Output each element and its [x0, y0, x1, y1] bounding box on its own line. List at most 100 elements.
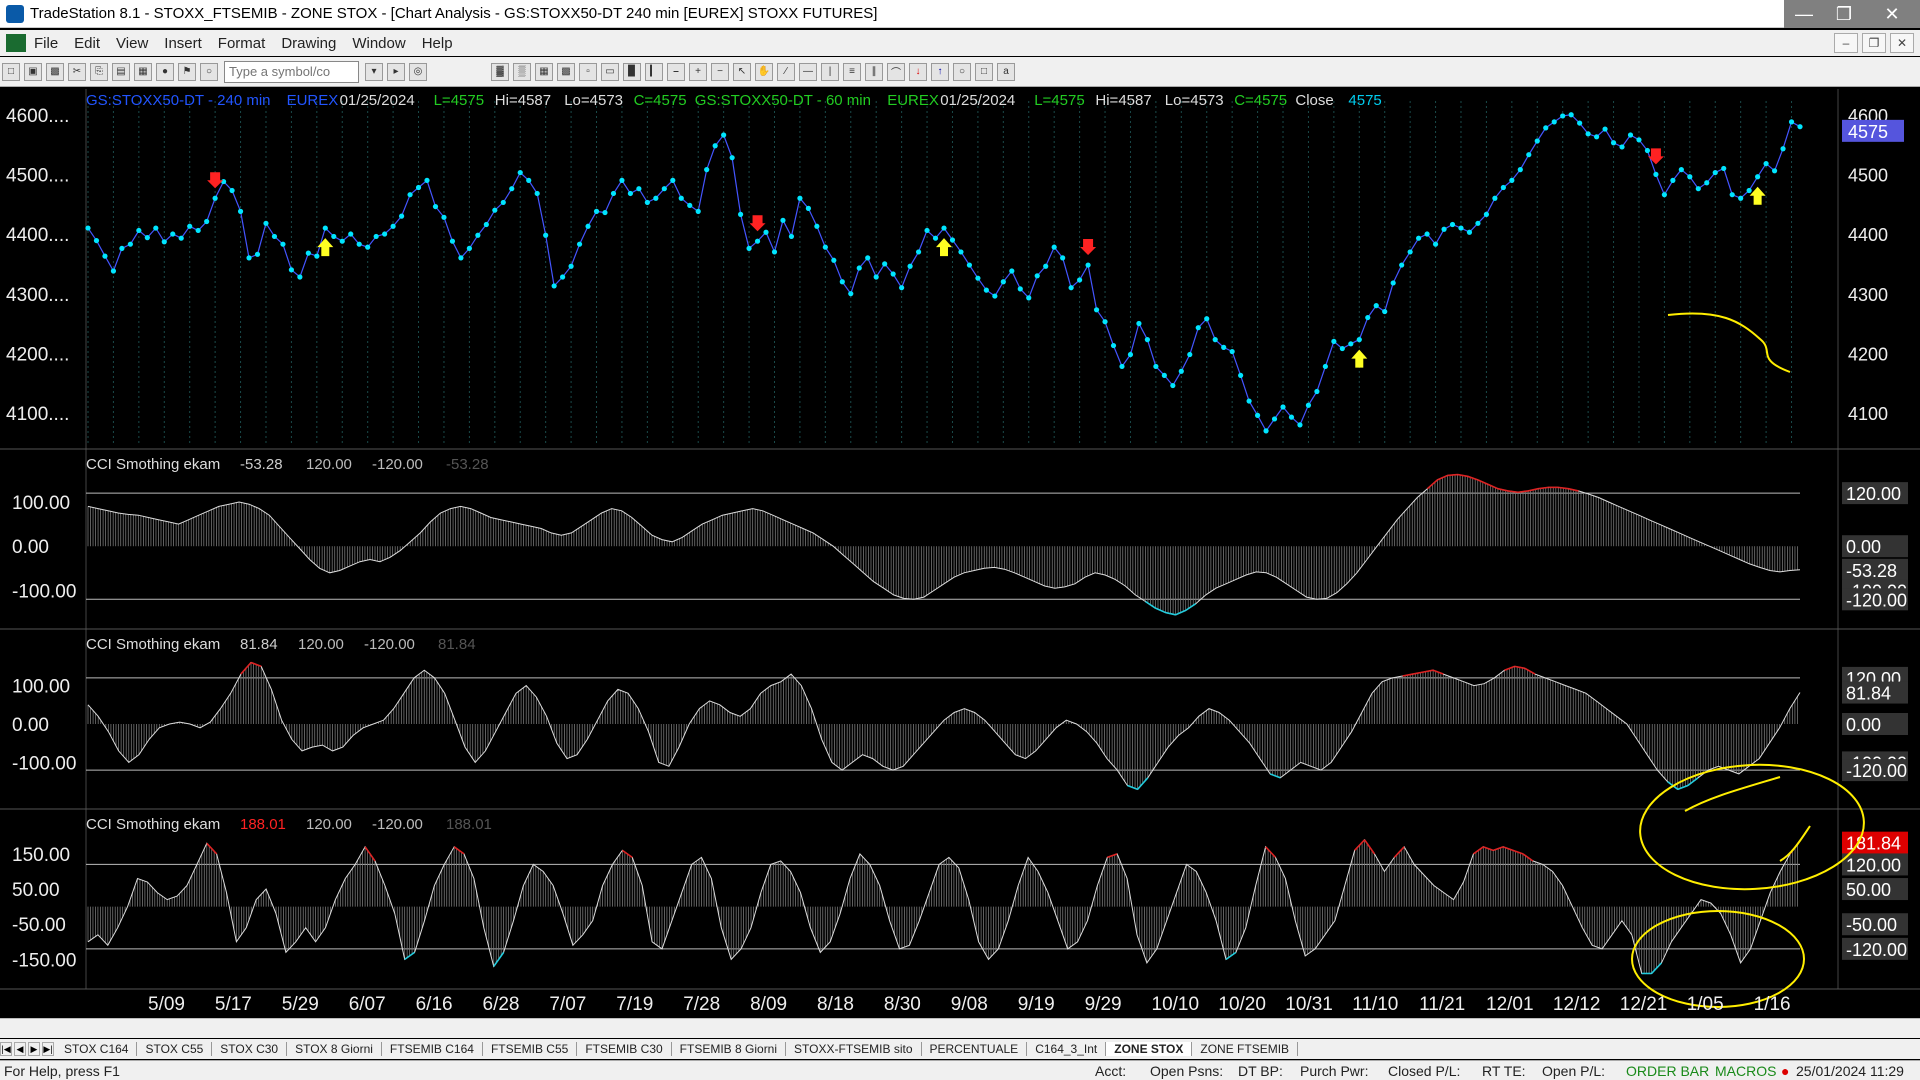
- rectangle-icon[interactable]: □: [975, 62, 993, 81]
- price-point: [526, 177, 532, 183]
- menu-view[interactable]: View: [108, 35, 156, 52]
- new-icon[interactable]: □: [2, 62, 20, 81]
- sheet-tab[interactable]: ZONE STOX: [1106, 1042, 1193, 1056]
- globe-icon[interactable]: ○: [200, 62, 218, 81]
- sheet-tab[interactable]: STOX C55: [137, 1042, 213, 1056]
- price-header-text: Close: [1295, 92, 1333, 109]
- scanner-icon[interactable]: ▩: [557, 62, 575, 81]
- sheet-tab[interactable]: FTSEMIB C55: [483, 1042, 578, 1056]
- x-axis-label: 1/16: [1754, 994, 1791, 1015]
- symbol-input[interactable]: [224, 60, 359, 83]
- arrow-down-icon[interactable]: ↓: [909, 62, 927, 81]
- price-point: [1416, 235, 1422, 241]
- horizontal-scrollbar[interactable]: [0, 1018, 1920, 1038]
- sheet-tab[interactable]: STOX C30: [212, 1042, 288, 1056]
- order-bar-button[interactable]: ORDER BAR: [1626, 1063, 1709, 1079]
- first-tab-icon[interactable]: |◀: [0, 1042, 12, 1056]
- cci-header-text: -120.00: [364, 636, 415, 653]
- cci-header-text: CCI Smothing ekam: [86, 636, 220, 653]
- minimize-button[interactable]: —: [1784, 0, 1824, 28]
- menu-help[interactable]: Help: [414, 35, 461, 52]
- channel-icon[interactable]: ∥: [865, 62, 883, 81]
- open-icon[interactable]: ▣: [24, 62, 42, 81]
- mdi-restore-button[interactable]: ❐: [1862, 33, 1886, 53]
- hand-icon[interactable]: ✋: [755, 62, 773, 81]
- cci-left-tick: 150.00: [12, 845, 70, 866]
- price-point: [1221, 344, 1227, 350]
- menu-icon[interactable]: [6, 34, 26, 52]
- sheet-tab[interactable]: STOX C164: [56, 1042, 138, 1056]
- binoculars-icon[interactable]: ◎: [409, 62, 427, 81]
- chart-svg[interactable]: GS:STOXX50-DT - 240 min EUREX 01/25/2024 L=…: [0, 89, 1920, 1024]
- mdi-minimize-button[interactable]: –: [1834, 33, 1858, 53]
- price-point: [339, 238, 345, 244]
- last-tab-icon[interactable]: ▶|: [42, 1042, 54, 1056]
- sheet-tab[interactable]: ZONE FTSEMIB: [1192, 1042, 1299, 1056]
- chart-icon[interactable]: ▓: [491, 62, 509, 81]
- arc-icon[interactable]: ⌒: [887, 62, 905, 81]
- menu-insert[interactable]: Insert: [156, 35, 210, 52]
- arrow-up-icon[interactable]: ↑: [931, 62, 949, 81]
- price-point: [1653, 171, 1659, 177]
- radar-icon[interactable]: ▒: [513, 62, 531, 81]
- price-header-text: Hi=4587: [1095, 92, 1151, 109]
- price-header-text: C=4575: [1234, 92, 1287, 109]
- text-icon[interactable]: a: [997, 62, 1015, 81]
- sheet-tab[interactable]: PERCENTUALE: [922, 1042, 1028, 1056]
- sheet-tab[interactable]: STOX 8 Giorni: [287, 1042, 382, 1056]
- pointer-icon[interactable]: ↖: [733, 62, 751, 81]
- tile-icon[interactable]: ▦: [134, 62, 152, 81]
- menu-format[interactable]: Format: [210, 35, 274, 52]
- sheet-tab[interactable]: STOXX-FTSEMIB sito: [786, 1042, 922, 1056]
- candles-icon[interactable]: ▎: [645, 62, 663, 81]
- maximize-button[interactable]: ❐: [1824, 0, 1864, 28]
- menu-window[interactable]: Window: [344, 35, 413, 52]
- zoom-out-icon[interactable]: −: [711, 62, 729, 81]
- menu-drawing[interactable]: Drawing: [273, 35, 344, 52]
- price-point: [1000, 279, 1006, 285]
- lock-icon[interactable]: ●: [156, 62, 174, 81]
- save-icon[interactable]: ▩: [46, 62, 64, 81]
- line-icon[interactable]: ⎯: [667, 62, 685, 81]
- horizontal-line-icon[interactable]: —: [799, 62, 817, 81]
- cut-icon[interactable]: ✂: [68, 62, 86, 81]
- window-icon[interactable]: ▤: [112, 62, 130, 81]
- price-point: [1738, 195, 1744, 201]
- price-point: [1399, 262, 1405, 268]
- sheet-tab[interactable]: FTSEMIB 8 Giorni: [672, 1042, 787, 1056]
- x-axis-label: 11/10: [1352, 994, 1398, 1015]
- sheet-tab[interactable]: C164_3_Int: [1027, 1042, 1107, 1056]
- matrix-icon[interactable]: ▦: [535, 62, 553, 81]
- price-point: [127, 241, 133, 247]
- zoom-in-icon[interactable]: +: [689, 62, 707, 81]
- fib-icon[interactable]: ≡: [843, 62, 861, 81]
- next-tab-icon[interactable]: ▶: [28, 1042, 40, 1056]
- menu-edit[interactable]: Edit: [66, 35, 108, 52]
- mdi-close-button[interactable]: ✕: [1890, 33, 1914, 53]
- cci-overbought-segment: [1457, 473, 1468, 478]
- price-point: [432, 203, 439, 210]
- close-button[interactable]: ✕: [1864, 0, 1920, 28]
- price-point: [653, 195, 659, 201]
- trendline-icon[interactable]: ∕: [777, 62, 795, 81]
- macros-button[interactable]: MACROS: [1715, 1063, 1776, 1079]
- prev-tab-icon[interactable]: ◀: [14, 1042, 26, 1056]
- sheet-tab[interactable]: FTSEMIB C30: [577, 1042, 672, 1056]
- options-icon[interactable]: ▫: [579, 62, 597, 81]
- chart-area[interactable]: GS:STOXX50-DT - 240 min EUREX 01/25/2024 L=…: [0, 89, 1920, 1024]
- menu-file[interactable]: File: [26, 35, 66, 52]
- ellipse-icon[interactable]: ○: [953, 62, 971, 81]
- sheet-tab[interactable]: FTSEMIB C164: [382, 1042, 483, 1056]
- print-icon[interactable]: ⎘: [90, 62, 108, 81]
- price-point: [907, 263, 913, 269]
- dropdown-icon[interactable]: ▾: [365, 62, 383, 81]
- arrow-right-icon[interactable]: ▸: [387, 62, 405, 81]
- price-point: [331, 233, 337, 240]
- vertical-line-icon[interactable]: |: [821, 62, 839, 81]
- news-icon[interactable]: ▭: [601, 62, 619, 81]
- tools-icon[interactable]: ⚑: [178, 62, 196, 81]
- price-point: [1424, 231, 1430, 237]
- price-point: [1500, 184, 1506, 191]
- bars-icon[interactable]: ▉: [623, 62, 641, 81]
- cci-header-text: -120.00: [372, 456, 423, 473]
